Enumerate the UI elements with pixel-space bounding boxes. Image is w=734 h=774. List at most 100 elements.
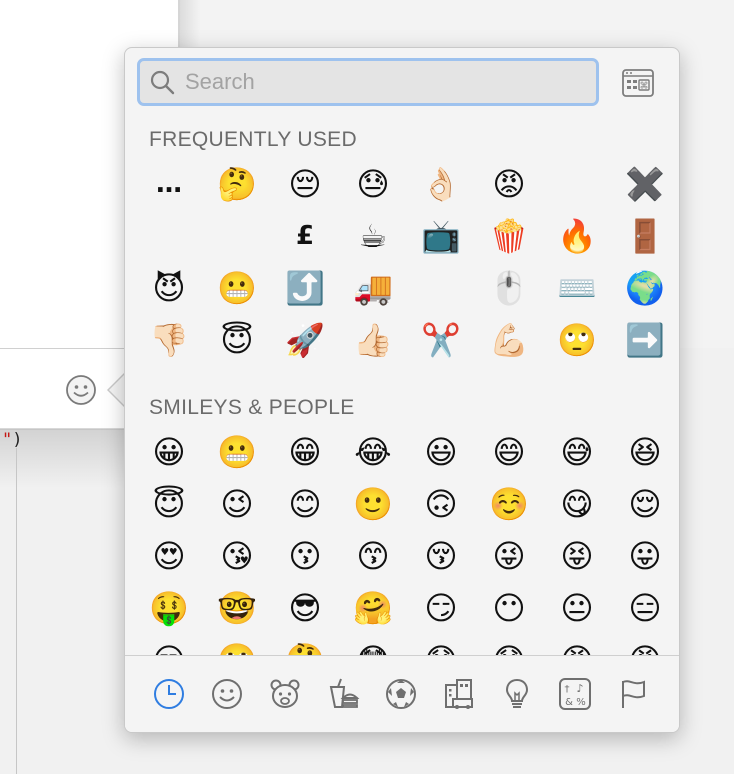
tab-symbols[interactable]: † ♪ & % [555, 674, 595, 714]
emoji-cell[interactable]: 😍 [135, 530, 203, 582]
code-paren: ) [12, 430, 23, 450]
emoji-cell[interactable]: 😈 [135, 262, 203, 314]
emoji-cell[interactable]: 😁 [271, 426, 339, 478]
tab-activity[interactable] [381, 674, 421, 714]
emoji-cell[interactable]: 😬 [203, 426, 271, 478]
emoji-cell[interactable]: ☕ [339, 210, 407, 262]
emoji-cell[interactable]: 😔 [271, 158, 339, 210]
emoji-cell[interactable]: 😑 [611, 582, 679, 634]
emoji-cell[interactable]: 😀 [135, 426, 203, 478]
tab-flags[interactable] [613, 674, 653, 714]
emoji-cell[interactable]: 😠 [543, 634, 611, 655]
emoji-cell[interactable]: 🤔 [271, 634, 339, 655]
emoji-cell[interactable]: 😇 [203, 314, 271, 366]
tab-animals-nature[interactable] [265, 674, 305, 714]
emoji-cell[interactable]: 😜 [475, 530, 543, 582]
emoji-cell[interactable]: 😟 [475, 634, 543, 655]
emoji-cell[interactable]: 😡 [475, 158, 543, 210]
emoji-cell[interactable]: ✖️ [611, 158, 679, 210]
emoji-cell[interactable]: 🖱️ [475, 262, 543, 314]
emoji-cell[interactable]: 😊 [271, 478, 339, 530]
search-box[interactable] [137, 58, 599, 106]
emoji-cell[interactable]: 🚚 [339, 262, 407, 314]
emoji-button[interactable] [64, 373, 98, 407]
bear-icon [270, 679, 300, 708]
soccer-ball-icon [386, 679, 416, 709]
emoji-cell[interactable]: 🌍 [611, 262, 679, 314]
emoji-cell[interactable]: 😞 [407, 634, 475, 655]
code-quote: " [2, 430, 13, 450]
emoji-cell[interactable]: 👌🏻 [407, 158, 475, 210]
emoji-cell[interactable]: ⤴️ [271, 262, 339, 314]
svg-text:†: † [565, 684, 570, 695]
emoji-cell[interactable]: 😚 [407, 530, 475, 582]
emoji-cell[interactable]: 😉 [203, 478, 271, 530]
emoji-cell[interactable]: 😆 [611, 426, 679, 478]
emoji-cell[interactable]: 😏 [407, 582, 475, 634]
emoji-cell[interactable]: 🚪 [611, 210, 679, 262]
emoji-cell[interactable]: 😃 [407, 426, 475, 478]
buildings-icon [445, 679, 473, 709]
emoji-cell[interactable]: £ [271, 210, 339, 262]
emoji-cell[interactable]: 🙄 [543, 314, 611, 366]
emoji-cell[interactable]: 🍿 [475, 210, 543, 262]
emoji-cell[interactable]: 😛 [611, 530, 679, 582]
emoji-cell[interactable]: 😒 [135, 634, 203, 655]
emoji-cell[interactable]: 😎 [271, 582, 339, 634]
emoji-cell [543, 158, 611, 210]
emoji-cell[interactable]: 😳 [339, 634, 407, 655]
emoji-cell[interactable]: 📺 [407, 210, 475, 262]
emoji-cell[interactable]: 😄 [475, 426, 543, 478]
emoji-cell[interactable]: 😝 [543, 530, 611, 582]
tab-objects[interactable] [497, 674, 537, 714]
emoji-cell[interactable]: ✂️ [407, 314, 475, 366]
emoji-cell[interactable]: 😂 [339, 426, 407, 478]
emoji-cell[interactable]: 😇 [135, 478, 203, 530]
emoji-cell[interactable]: 😶 [475, 582, 543, 634]
emoji-cell[interactable]: ⌨️ [543, 262, 611, 314]
lightbulb-icon [505, 678, 529, 708]
emoji-cell[interactable]: 🙄 [203, 634, 271, 655]
emoji-cell[interactable]: 💪🏻 [475, 314, 543, 366]
emoji-cell[interactable]: 😡 [611, 634, 679, 655]
emoji-cell[interactable]: 👍🏻 [339, 314, 407, 366]
tab-travel-places[interactable] [439, 674, 479, 714]
emoji-cell[interactable]: 😬 [203, 262, 271, 314]
search-input[interactable] [183, 68, 567, 96]
emoji-cell[interactable]: ☺️ [475, 478, 543, 530]
tab-smileys-people[interactable] [207, 674, 247, 714]
emoji-cell [135, 210, 203, 262]
emoji-cell[interactable]: ➡️ [611, 314, 679, 366]
emoji-cell[interactable]: 🤓 [203, 582, 271, 634]
editor-gutter-line [16, 448, 17, 774]
emoji-cell[interactable]: 😙 [339, 530, 407, 582]
emoji-cell[interactable]: 🤗 [339, 582, 407, 634]
emoji-cell[interactable]: 😐 [543, 582, 611, 634]
emoji-cell[interactable]: 🙃 [407, 478, 475, 530]
emoji-cell[interactable]: 🤑 [135, 582, 203, 634]
emoji-cell [407, 262, 475, 314]
character-viewer-icon: ⌘ [622, 69, 654, 97]
emoji-cell[interactable]: 🤔 [203, 158, 271, 210]
emoji-cell[interactable]: 🙂 [339, 478, 407, 530]
tab-food-drink[interactable] [323, 674, 363, 714]
tab-frequently-used[interactable] [149, 674, 189, 714]
emoji-cell[interactable]: 😘 [203, 530, 271, 582]
emoji-cell[interactable]: 👎🏻 [135, 314, 203, 366]
emoji-list[interactable]: FREQUENTLY USED … 🤔 😔 😓 👌🏻 😡 ✖️ £ ☕ 📺 🍿 🔥 🚪 😈 😬 ⤴️ 🚚 🖱️ ⌨️… [125, 118, 679, 655]
emoji-cell[interactable]: 😌 [611, 478, 679, 530]
emoji-cell[interactable]: 😋 [543, 478, 611, 530]
svg-text:⌘: ⌘ [640, 82, 649, 92]
emoji-cell [203, 210, 271, 262]
emoji-cell[interactable]: … [135, 158, 203, 210]
category-bar: † ♪ & % [125, 655, 679, 732]
emoji-cell[interactable]: 😅 [543, 426, 611, 478]
smiley-icon [66, 375, 96, 405]
emoji-cell[interactable]: 😓 [339, 158, 407, 210]
frequently-used-grid: … 🤔 😔 😓 👌🏻 😡 ✖️ £ ☕ 📺 🍿 🔥 🚪 😈 😬 ⤴️ 🚚 🖱️ ⌨️ 🌍 👎🏻 😇 🚀 👍🏻 ✂️ 💪🏻 🙄 ➡️ [135, 158, 679, 366]
svg-text:%: % [576, 697, 586, 708]
emoji-cell[interactable]: 😗 [271, 530, 339, 582]
emoji-cell[interactable]: 🚀 [271, 314, 339, 366]
character-viewer-button[interactable]: ⌘ [621, 68, 655, 98]
emoji-cell[interactable]: 🔥 [543, 210, 611, 262]
